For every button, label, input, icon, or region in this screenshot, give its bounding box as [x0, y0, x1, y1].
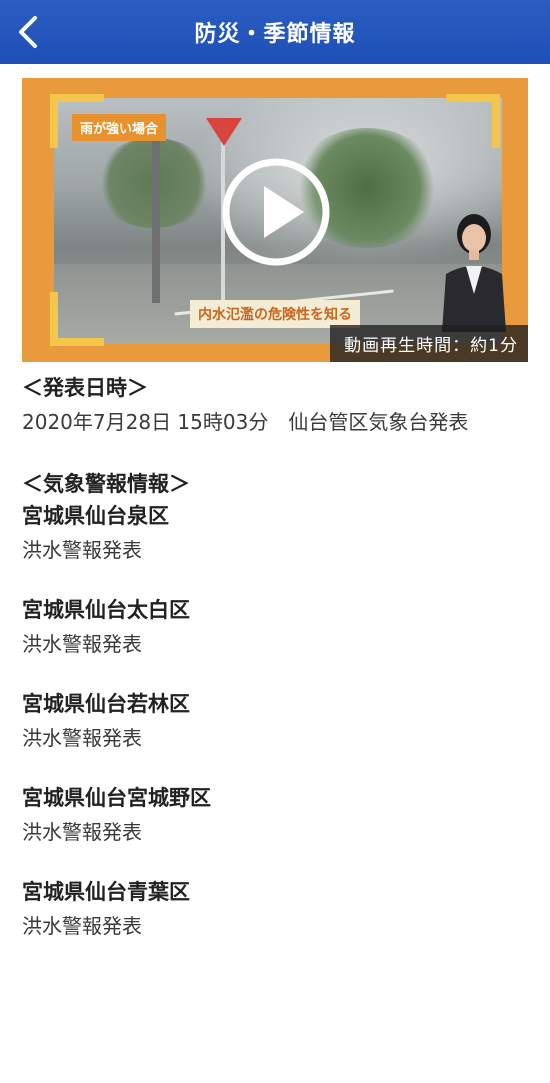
- area-name: 宮城県仙台若林区: [22, 692, 190, 716]
- warning-status: 洪水警報発表: [22, 538, 142, 562]
- info-content: ＜発表日時＞ 2020年7月28日 15時03分 仙台管区気象台発表 ＜気象警報…: [0, 362, 550, 944]
- video-tag-top: 雨が強い場合: [72, 114, 167, 141]
- warning-status: 洪水警報発表: [22, 820, 142, 844]
- warning-status: 洪水警報発表: [22, 726, 142, 750]
- play-icon[interactable]: [220, 156, 332, 268]
- list-item: 宮城県仙台泉区 洪水警報発表: [22, 500, 528, 568]
- chevron-left-icon: [19, 16, 37, 48]
- area-name: 宮城県仙台泉区: [22, 504, 169, 528]
- list-item: 宮城県仙台太白区 洪水警報発表: [22, 594, 528, 662]
- back-button[interactable]: [8, 12, 48, 52]
- area-name: 宮城県仙台太白区: [22, 598, 190, 622]
- video-player[interactable]: 雨が強い場合 内水氾濫の危険性を知る 動画再生時間：約1分: [22, 78, 528, 362]
- announcement-heading: ＜発表日時＞: [22, 376, 148, 400]
- video-tag-bottom: 内水氾濫の危険性を知る: [190, 300, 360, 328]
- announcement-section: ＜発表日時＞ 2020年7月28日 15時03分 仙台管区気象台発表: [22, 372, 528, 440]
- warning-list: 宮城県仙台泉区 洪水警報発表 宮城県仙台太白区 洪水警報発表 宮城県仙台若林区 …: [22, 500, 528, 944]
- area-name: 宮城県仙台宮城野区: [22, 786, 211, 810]
- video-duration: 動画再生時間：約1分: [330, 325, 528, 362]
- list-item: 宮城県仙台青葉区 洪水警報発表: [22, 876, 528, 944]
- warnings-heading: ＜気象警報情報＞: [22, 472, 190, 496]
- page-title: 防災・季節情報: [194, 22, 356, 47]
- top-bar: 防災・季節情報: [0, 0, 550, 64]
- warnings-section: ＜気象警報情報＞ 宮城県仙台泉区 洪水警報発表 宮城県仙台太白区 洪水警報発表 …: [22, 468, 528, 944]
- stop-sign-icon: [206, 118, 242, 146]
- list-item: 宮城県仙台若林区 洪水警報発表: [22, 688, 528, 756]
- announcement-text: 2020年7月28日 15時03分 仙台管区気象台発表: [22, 410, 469, 434]
- area-name: 宮城県仙台青葉区: [22, 880, 190, 904]
- list-item: 宮城県仙台宮城野区 洪水警報発表: [22, 782, 528, 850]
- warning-status: 洪水警報発表: [22, 632, 142, 656]
- presenter-image: [442, 214, 506, 332]
- warning-status: 洪水警報発表: [22, 914, 142, 938]
